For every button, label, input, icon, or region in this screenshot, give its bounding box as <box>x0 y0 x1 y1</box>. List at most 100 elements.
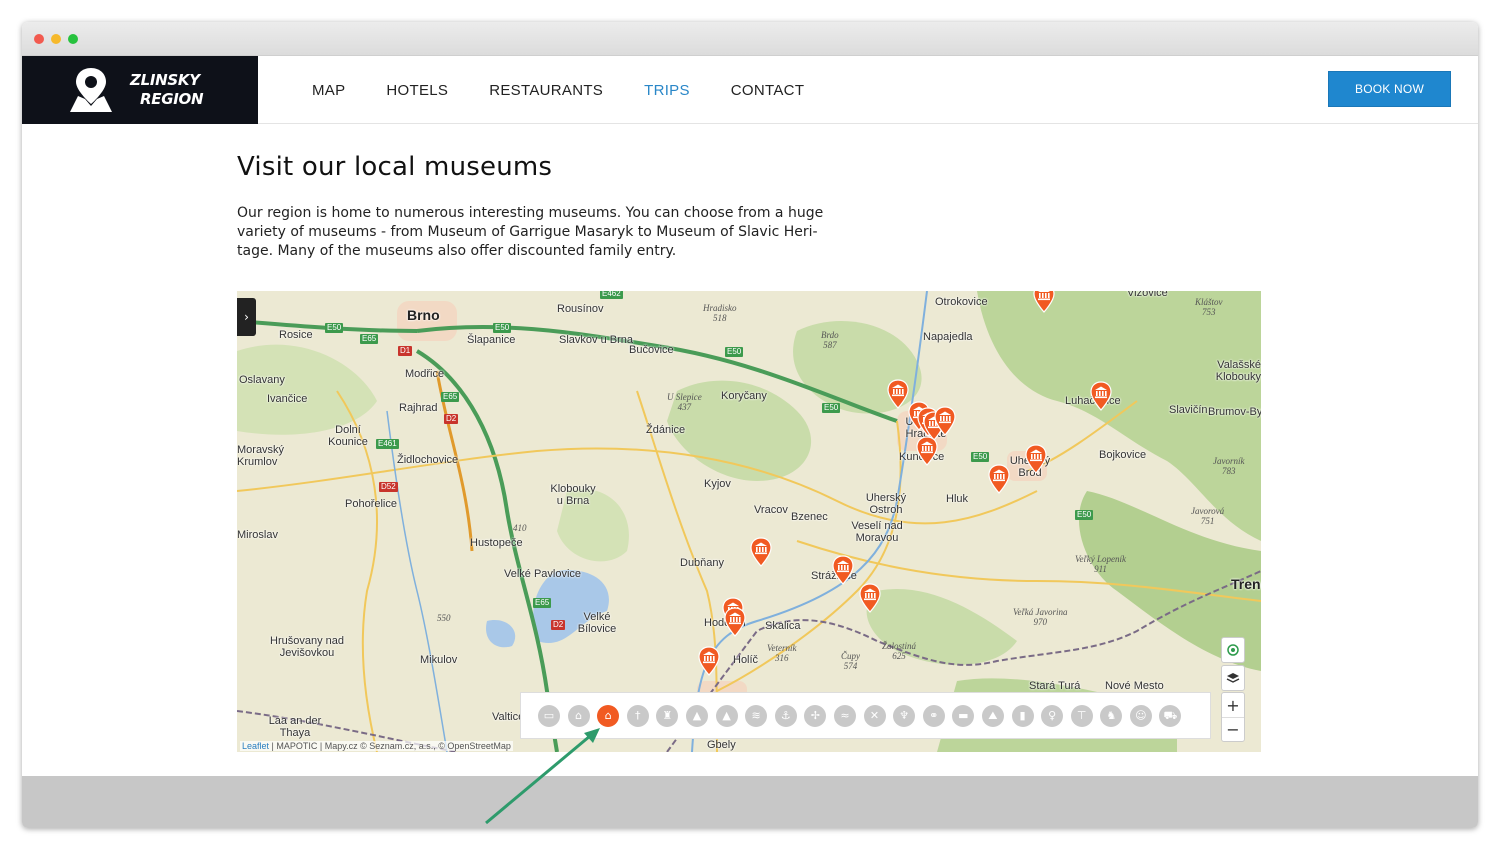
theatre-icon[interactable]: ☺ <box>1129 704 1152 727</box>
signpost-icon[interactable]: ⊤ <box>1070 704 1093 727</box>
museum-icon <box>1025 444 1047 474</box>
place-label: Pohořelice <box>345 498 397 510</box>
locate-control[interactable] <box>1221 637 1245 663</box>
nav-item-hotels[interactable]: HOTELS <box>386 82 448 99</box>
museum-marker[interactable] <box>1033 291 1055 313</box>
museum-marker[interactable] <box>1025 444 1047 474</box>
nav-item-map[interactable]: MAP <box>312 82 345 99</box>
mapy-logo: Mapy.cz <box>324 741 358 751</box>
road-shield: E50 <box>493 323 512 333</box>
museum-map[interactable]: Brno Rousínov Otrokovice Vizovice Šlapan… <box>237 291 1261 752</box>
road-shield: E461 <box>376 439 399 449</box>
hill-label: Javorník 783 <box>1213 456 1245 476</box>
nav-item-contact[interactable]: CONTACT <box>731 82 804 99</box>
castle-icon[interactable]: ♜ <box>656 704 679 727</box>
place-label: Dubňany <box>680 557 725 569</box>
anchor-icon[interactable]: ⚓ <box>774 704 797 727</box>
place-label: Rajhrad <box>399 402 438 414</box>
page-title-wrap: Visit our local museums <box>237 152 552 182</box>
place-label: Klobouky u Brna <box>550 483 596 507</box>
road-shield: E65 <box>441 392 460 402</box>
place-label: Slavičín <box>1169 404 1208 416</box>
bicycle-icon[interactable]: ⚭ <box>922 704 945 727</box>
museum-icon[interactable]: ⌂ <box>567 704 590 727</box>
museum-icon <box>698 646 720 676</box>
bed-icon[interactable]: ▭ <box>538 704 560 727</box>
hiking-icon[interactable]: ⛰ <box>981 704 1004 727</box>
museum-marker[interactable] <box>988 464 1010 494</box>
wine-icon[interactable]: ♆ <box>893 704 916 727</box>
road-shield: E50 <box>725 347 744 357</box>
place-label: Uherský Ostroh <box>865 492 907 516</box>
museum-marker[interactable] <box>859 583 881 613</box>
museum-marker[interactable] <box>934 406 956 436</box>
restaurant-icon[interactable]: ✕ <box>863 704 886 727</box>
place-label: Skalica <box>765 620 801 632</box>
place-label: Valašské Klobouky <box>1215 359 1261 383</box>
brand-line-2: REGION <box>140 90 204 108</box>
minimize-window-button[interactable] <box>51 34 61 44</box>
place-label: Trenčín <box>1231 576 1261 592</box>
museum-marker[interactable] <box>832 555 854 585</box>
museum-marker[interactable] <box>887 379 909 409</box>
place-label: Napajedla <box>923 331 973 343</box>
museum-icon <box>1090 381 1112 411</box>
place-label: Stará Turá <box>1029 680 1081 692</box>
road-shield: E65 <box>360 334 379 344</box>
zoo-icon[interactable]: ♞ <box>1100 704 1123 727</box>
layers-control[interactable] <box>1221 665 1245 691</box>
place-label: Slavkov u Brna <box>559 334 633 346</box>
leaflet-link[interactable]: Leaflet <box>242 741 269 751</box>
place-label: Nové Mesto <box>1105 680 1164 692</box>
ticket-icon[interactable]: ▬ <box>952 704 975 727</box>
map-sidebar-toggle[interactable]: › <box>237 298 256 336</box>
place-label: Moravský Krumlov <box>237 444 285 468</box>
museum-marker[interactable] <box>750 537 772 567</box>
zoom-out-button[interactable]: − <box>1222 717 1244 741</box>
nav-item-trips[interactable]: TRIPS <box>644 82 690 99</box>
spa-icon[interactable]: ≋ <box>745 704 768 727</box>
place-label: Šlapanice <box>467 334 516 346</box>
museum-marker[interactable] <box>724 607 746 637</box>
viewpoint-icon[interactable]: ♀ <box>1041 704 1064 727</box>
tent-icon[interactable]: ▲ <box>685 704 708 727</box>
place-label: Bučovice <box>629 344 674 356</box>
museum-marker[interactable] <box>1090 381 1112 411</box>
place-label: Miroslav <box>237 529 278 541</box>
church-icon[interactable]: † <box>626 704 649 727</box>
nav-item-restaurants[interactable]: RESTAURANTS <box>489 82 603 99</box>
place-label: Mikulov <box>420 654 458 666</box>
main-nav: MAP HOTELS RESTAURANTS TRIPS CONTACT <box>312 56 845 124</box>
hill-label: U Slepice 437 <box>667 392 702 412</box>
maximize-window-button[interactable] <box>68 34 78 44</box>
museum-icon <box>934 406 956 436</box>
site-logo[interactable]: ZLINSKY REGION <box>22 56 258 124</box>
road-shield: D2 <box>444 414 459 424</box>
windmill-icon[interactable]: ✢ <box>804 704 827 727</box>
close-window-button[interactable] <box>34 34 44 44</box>
locate-icon[interactable] <box>1222 638 1244 662</box>
hill-label: 550 <box>437 613 451 623</box>
page-title: Visit our local museums <box>237 152 553 182</box>
museum-icon[interactable]: ⌂ <box>597 704 620 727</box>
museum-marker[interactable] <box>916 436 938 466</box>
layers-icon[interactable] <box>1222 666 1244 690</box>
tower-icon[interactable]: ▮ <box>1011 704 1034 727</box>
museum-marker[interactable] <box>698 646 720 676</box>
book-now-button[interactable]: BOOK NOW <box>1328 71 1451 107</box>
place-label: Velké Bílovice <box>577 611 617 635</box>
place-label: Laa an der Thaya <box>268 715 322 739</box>
hill-label: 410 <box>513 523 527 533</box>
camping-icon[interactable]: ▲ <box>715 704 738 727</box>
road-shield: D2 <box>551 620 566 630</box>
shopping-cart-icon[interactable]: ⛟ <box>1159 704 1182 727</box>
road-shield: E50 <box>1075 510 1094 520</box>
zoom-in-button[interactable]: + <box>1222 693 1244 717</box>
museum-icon <box>832 555 854 585</box>
hill-label: Čupy 574 <box>841 651 860 671</box>
place-label: Otrokovice <box>935 296 988 308</box>
road-shield: D52 <box>379 482 398 492</box>
site-header: ZLINSKY REGION MAP HOTELS RESTAURANTS TR… <box>22 56 1478 124</box>
swimming-icon[interactable]: ≈ <box>833 704 856 727</box>
hill-label: Hradisko 518 <box>703 303 737 323</box>
